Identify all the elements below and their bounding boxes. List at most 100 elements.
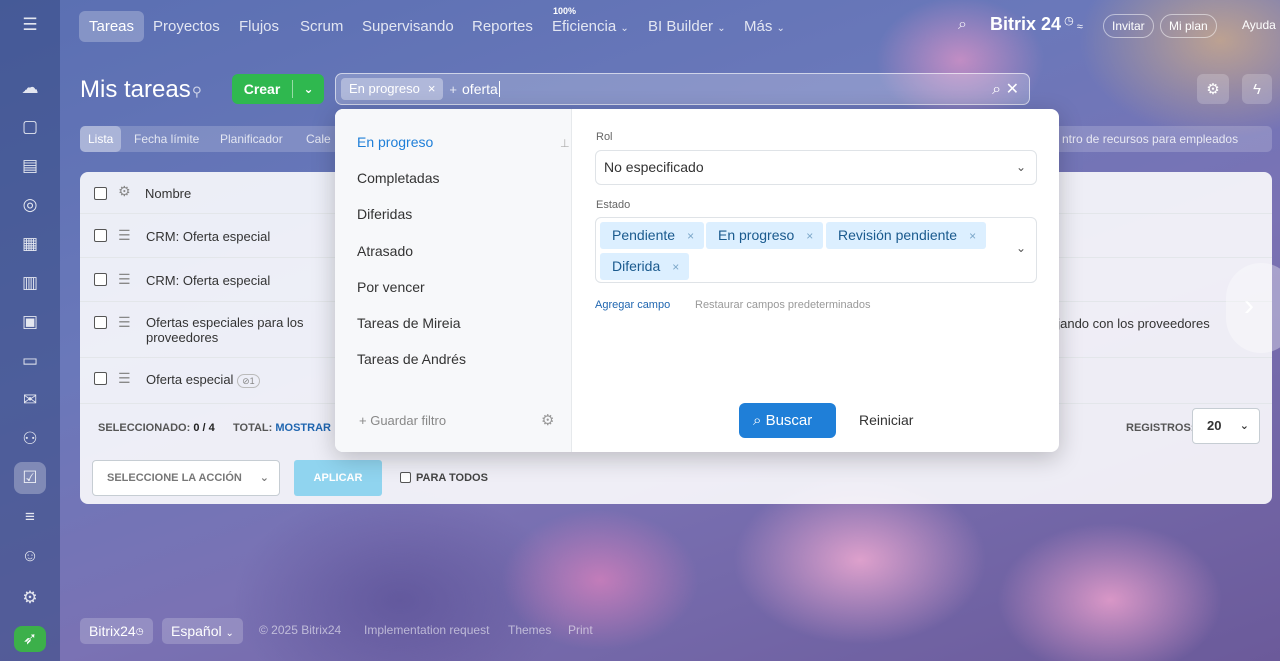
language-select[interactable]: Español ⌄ [162, 618, 243, 644]
task-name[interactable]: CRM: Oferta especial [146, 229, 270, 244]
row-checkbox[interactable] [94, 273, 107, 286]
nav-projects[interactable]: Proyectos [143, 11, 230, 42]
chevron-down-icon[interactable]: ⌄ [293, 82, 324, 96]
chevron-down-icon[interactable]: ⌄ [1016, 241, 1026, 255]
task-name-peek[interactable]: ajando con los proveedores [1050, 316, 1210, 331]
implementation-link[interactable]: Implementation request [364, 623, 489, 637]
pin-icon[interactable]: ⚲ [192, 84, 202, 100]
preset-mireia[interactable]: Tareas de Mireia [357, 315, 461, 331]
preset-in-progress[interactable]: En progreso [357, 134, 433, 150]
row-checkbox[interactable] [94, 229, 107, 242]
for-all-checkbox[interactable]: PARA TODOS [400, 472, 488, 484]
for-all-label: PARA TODOS [416, 472, 488, 484]
tab-calendar[interactable]: Cale [298, 126, 339, 152]
nav-reports[interactable]: Reportes [462, 11, 543, 42]
close-icon[interactable]: × [687, 229, 694, 243]
role-select[interactable]: No especificado ⌄ [595, 150, 1037, 185]
close-icon[interactable]: × [672, 260, 679, 274]
launch-icon[interactable]: ➶ [14, 626, 46, 652]
language-label: Español [171, 623, 222, 639]
preset-due-soon[interactable]: Por vencer [357, 279, 425, 295]
gear-icon[interactable]: ⚙ [541, 411, 554, 429]
task-name[interactable]: CRM: Oferta especial [146, 273, 270, 288]
reset-button[interactable]: Reiniciar [859, 412, 913, 428]
mail-icon[interactable]: ✉ [14, 384, 46, 416]
task-name[interactable]: Oferta especial ⊘1 [146, 372, 260, 388]
drag-handle-icon[interactable]: ☰ [118, 227, 131, 244]
apply-button[interactable]: APLICAR [294, 460, 382, 496]
nav-scrum[interactable]: Scrum [290, 11, 353, 42]
preset-deferred[interactable]: Diferidas [357, 206, 412, 222]
save-filter-button[interactable]: + Guardar filtro [359, 413, 446, 428]
search-input[interactable]: oferta [462, 81, 500, 97]
restore-fields-link[interactable]: Restaurar campos predeterminados [695, 299, 870, 311]
board-icon[interactable]: ▣ [14, 306, 46, 338]
select-all-checkbox[interactable] [94, 187, 107, 200]
calendar-icon[interactable]: ▦ [14, 228, 46, 260]
search-icon: ⌕ [753, 412, 762, 429]
menu-icon[interactable]: ☰ [14, 9, 46, 41]
search-icon[interactable]: ⌕ [958, 16, 967, 34]
chat-icon[interactable]: ☁ [14, 72, 46, 104]
for-all-box[interactable] [400, 472, 411, 483]
drag-handle-icon[interactable]: ☰ [118, 271, 131, 288]
close-icon[interactable]: ✕ [1006, 81, 1019, 98]
nav-bi-builder[interactable]: BI Builder ⌄ [638, 11, 736, 42]
row-checkbox[interactable] [94, 316, 107, 329]
action-select[interactable]: SELECCIONE LA ACCIÓN ⌄ [92, 460, 280, 496]
close-icon[interactable]: × [428, 81, 436, 96]
automation-icon[interactable]: ≡ [14, 501, 46, 533]
status-tag: Pendiente × [600, 222, 705, 249]
close-icon[interactable]: × [806, 229, 813, 243]
themes-link[interactable]: Themes [508, 623, 551, 637]
lightning-icon[interactable]: ϟ [1242, 74, 1272, 104]
nav-supervising[interactable]: Supervisando [352, 11, 464, 42]
nav-efficiency[interactable]: Eficiencia ⌄ [542, 11, 639, 42]
drag-handle-icon[interactable]: ☰ [118, 370, 131, 387]
search-button[interactable]: ⌕ Buscar [739, 403, 836, 438]
gear-icon[interactable]: ⚙ [118, 183, 131, 200]
close-icon[interactable]: × [969, 229, 976, 243]
contacts-icon[interactable]: ⚇ [14, 423, 46, 455]
show-total-link[interactable]: MOSTRAR [275, 422, 331, 434]
records-select[interactable]: 20 ⌄ [1192, 408, 1260, 444]
nav-flows[interactable]: Flujos [229, 11, 289, 42]
preset-andres[interactable]: Tareas de Andrés [357, 351, 466, 367]
brand-logo[interactable]: Bitrix 24 ◷ ≈ [990, 14, 1083, 35]
help-button[interactable]: Ayuda [1234, 14, 1280, 38]
add-field-link[interactable]: Agregar campo [595, 299, 670, 311]
tab-planner[interactable]: Planificador [212, 126, 291, 152]
status-multiselect[interactable]: Pendiente × En progreso × Revisión pendien… [595, 217, 1037, 283]
nav-more[interactable]: Más ⌄ [734, 11, 795, 42]
pin-icon[interactable]: ⊥ [560, 137, 570, 150]
filter-search-bar[interactable]: En progreso × + oferta ⌕ ✕ [335, 73, 1030, 105]
column-name[interactable]: Nombre [145, 186, 191, 201]
tasks-icon[interactable]: ☑ [14, 462, 46, 494]
feed-icon[interactable]: ▤ [14, 150, 46, 182]
nav-tasks[interactable]: Tareas [79, 11, 145, 42]
my-plan-button[interactable]: Mi plan [1160, 14, 1217, 38]
settings-icon[interactable]: ⚙ [14, 582, 46, 614]
payment-icon[interactable]: ▭ [14, 345, 46, 377]
chevron-right-icon[interactable]: › [1226, 263, 1280, 353]
row-checkbox[interactable] [94, 372, 107, 385]
task-name[interactable]: Ofertas especiales para los proveedores [146, 315, 306, 345]
tab-deadline[interactable]: Fecha límite [126, 126, 207, 152]
preset-completed[interactable]: Completadas [357, 170, 440, 186]
preset-overdue[interactable]: Atrasado [357, 243, 413, 259]
resources-link[interactable]: ntro de recursos para empleados [1062, 132, 1238, 146]
filter-chip[interactable]: En progreso × [341, 78, 444, 100]
chevron-down-icon: ⌄ [776, 23, 785, 34]
tab-list[interactable]: Lista [80, 126, 122, 152]
gear-icon[interactable]: ⚙ [1197, 74, 1229, 104]
print-link[interactable]: Print [568, 623, 593, 637]
robot-icon[interactable]: ☺ [14, 540, 46, 572]
search-icon[interactable]: ⌕ [992, 81, 1001, 98]
footer-brand[interactable]: Bitrix24◷ [80, 618, 153, 644]
create-button[interactable]: Crear ⌄ [232, 74, 324, 104]
invite-button[interactable]: Invitar [1103, 14, 1154, 38]
crm-icon[interactable]: ◎ [14, 189, 46, 221]
messages-icon[interactable]: ▢ [14, 111, 46, 143]
drag-handle-icon[interactable]: ☰ [118, 314, 131, 331]
docs-icon[interactable]: ▥ [14, 267, 46, 299]
